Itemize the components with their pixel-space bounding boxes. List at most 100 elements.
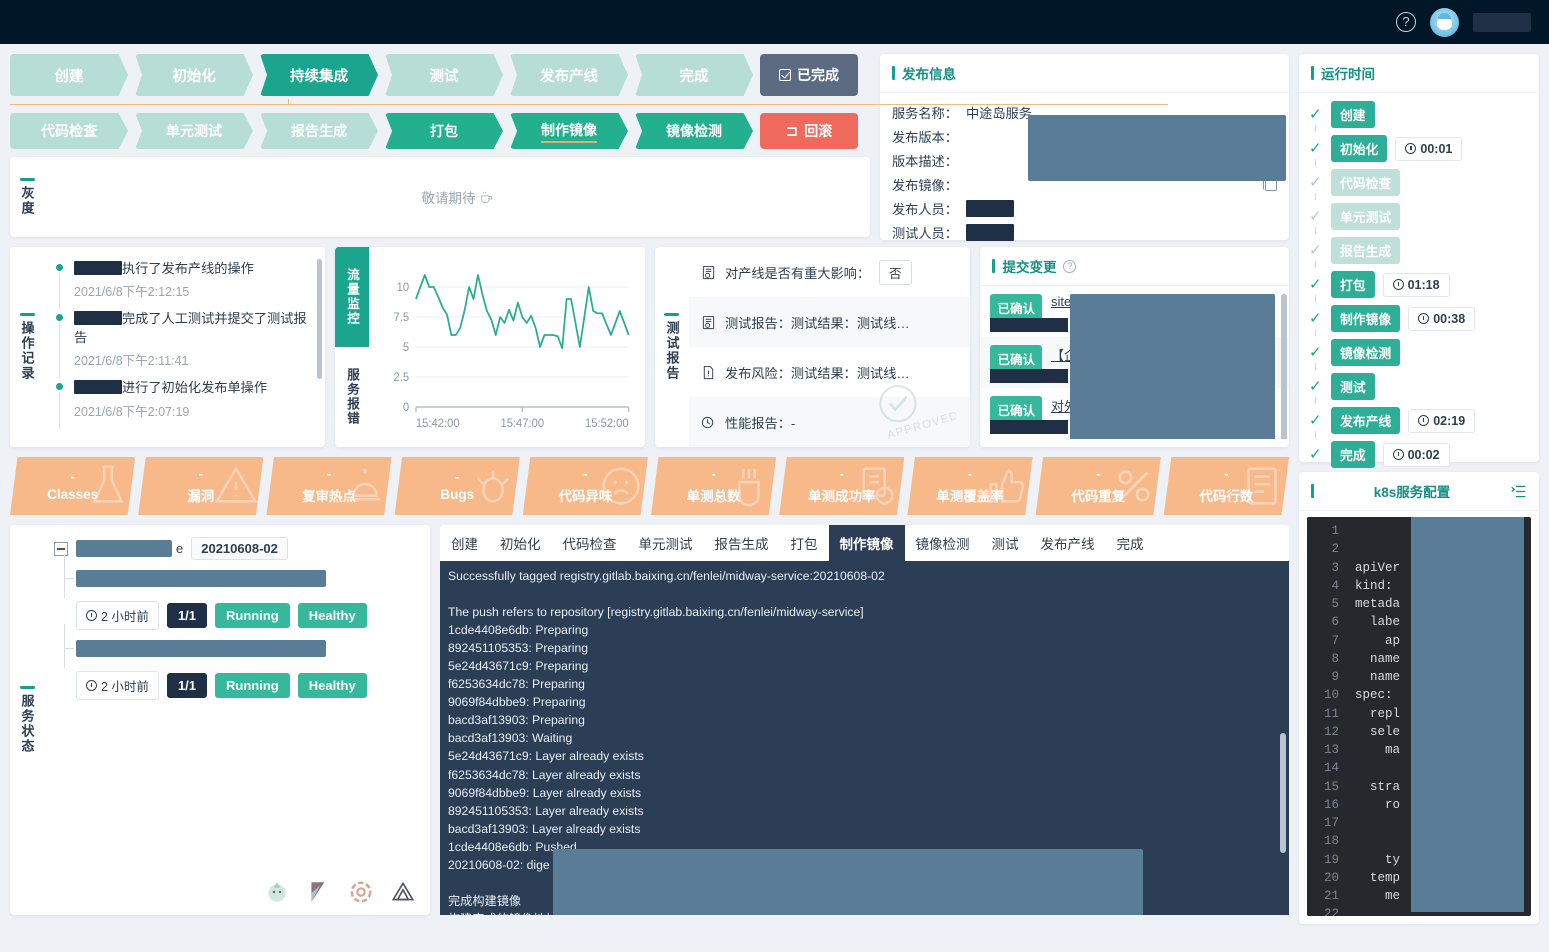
test-report-row-perf[interactable]: 性能报告：- bbox=[688, 397, 971, 447]
list-menu-icon[interactable] bbox=[1510, 483, 1527, 500]
runtime-stage-label: 打包 bbox=[1331, 271, 1375, 298]
metric-unit-test-success[interactable]: - 单测成功率 bbox=[779, 457, 905, 515]
stage-finish[interactable]: 完成 bbox=[635, 54, 753, 96]
log-tab-unit-test[interactable]: 单元测试 bbox=[627, 525, 704, 561]
k8s-line-number: 18 bbox=[1323, 834, 1339, 849]
gray-release-tab[interactable]: 灰度 bbox=[10, 157, 44, 237]
help-circle-icon[interactable]: ? bbox=[1063, 259, 1077, 273]
log-tab-list: 创建 初始化 代码检查 单元测试 报告生成 打包 制作镜像 镜像检测 测试 发布… bbox=[440, 525, 1289, 561]
k8s-line-number: 19 bbox=[1323, 852, 1339, 867]
log-tab-build-image[interactable]: 制作镜像 bbox=[828, 525, 905, 561]
pod-ready-ratio: 1/1 bbox=[166, 673, 208, 698]
user-avatar-icon[interactable] bbox=[1430, 7, 1459, 37]
tab-traffic-monitor[interactable]: 流量监控 bbox=[335, 247, 370, 347]
metric-unit-test-total[interactable]: - 单测总数 bbox=[651, 457, 777, 515]
chart-y-axis-labels: 0 2.5 5 7.5 10 bbox=[394, 282, 410, 414]
tester-redacted bbox=[966, 223, 1014, 241]
clock-icon bbox=[1418, 313, 1430, 324]
commit-changes-card: 提交变更 ? 已确认 site 已确认 【企 已确认 对外 bbox=[980, 247, 1289, 447]
test-report-row-report[interactable]: 测试报告：测试结果：测试线… bbox=[688, 297, 971, 347]
log-tab-create[interactable]: 创建 bbox=[440, 525, 489, 561]
confirmed-badge[interactable]: 已确认 bbox=[990, 396, 1042, 423]
release-info-row-publisher: 发布人员： bbox=[892, 198, 1277, 218]
stage-test[interactable]: 测试 bbox=[385, 54, 503, 96]
service-tree-root[interactable]: e 20210608-02 bbox=[54, 537, 420, 560]
chart-xtick-label: 15:52:00 bbox=[585, 418, 629, 430]
stage-create[interactable]: 创建 bbox=[10, 54, 128, 96]
metric-classes[interactable]: - Classes bbox=[10, 457, 136, 515]
stage-ci[interactable]: 持续集成 bbox=[260, 54, 378, 96]
k8s-line-number: 4 bbox=[1331, 578, 1339, 593]
substage-code-check[interactable]: 代码检查 bbox=[10, 113, 128, 149]
operation-log-body[interactable]: 执行了发布产线的操作 2021/6/8下午2:12:15 完成了人工测试并提交了… bbox=[44, 247, 325, 447]
test-report-row-risk[interactable]: 发布风险：测试结果：测试线… bbox=[689, 347, 970, 397]
done-button[interactable]: 已完成 bbox=[760, 54, 858, 96]
log-tab-code-check[interactable]: 代码检查 bbox=[551, 525, 628, 561]
doc-alert-icon bbox=[703, 365, 714, 379]
tree-collapse-toggle[interactable] bbox=[54, 541, 68, 556]
confirmed-badge[interactable]: 已确认 bbox=[990, 294, 1042, 321]
k8s-line-number: 1 bbox=[1331, 524, 1339, 538]
log-line: bacd3af13903: Waiting bbox=[448, 731, 573, 746]
runtime-duration: 00:02 bbox=[1382, 442, 1450, 467]
tab-service-error[interactable]: 服务报错 bbox=[335, 347, 369, 447]
help-circle-icon[interactable]: ? bbox=[1396, 12, 1416, 32]
log-scrollbar[interactable] bbox=[1280, 733, 1286, 853]
stage-release[interactable]: 发布产线 bbox=[510, 54, 628, 96]
runtime-item: ✓ 制作镜像 00:38 bbox=[1309, 305, 1529, 339]
substage-package[interactable]: 打包 bbox=[385, 113, 503, 149]
metric-code-duplication[interactable]: - 代码重复 bbox=[1035, 457, 1161, 515]
pod-age: 2 小时前 bbox=[76, 601, 159, 630]
log-tab-report[interactable]: 报告生成 bbox=[703, 525, 780, 561]
stage-init[interactable]: 初始化 bbox=[135, 54, 253, 96]
substage-image-scan[interactable]: 镜像检测 bbox=[635, 113, 753, 149]
test-report-row-impact[interactable]: 对产线是否有重大影响： 否 bbox=[689, 247, 970, 297]
svg-text:2.5: 2.5 bbox=[394, 372, 410, 384]
pod-badges: 2 小时前 1/1 Running Healthy bbox=[76, 601, 420, 630]
substage-unit-test[interactable]: 单元测试 bbox=[135, 113, 253, 149]
grafana-icon[interactable] bbox=[348, 879, 374, 905]
log-tab-release[interactable]: 发布产线 bbox=[1029, 525, 1106, 561]
k8s-yaml-editor[interactable]: 1234567891011121314151617181920212223 ap… bbox=[1307, 517, 1531, 916]
metric-review-hotspots[interactable]: - 复审热点 bbox=[266, 457, 392, 515]
log-tab-init[interactable]: 初始化 bbox=[489, 525, 552, 561]
log-line: 9069f84dbbe9: Layer already exists bbox=[448, 785, 642, 800]
confirmed-badge[interactable]: 已确认 bbox=[990, 345, 1042, 372]
service-status-tab[interactable]: 服务状态 bbox=[10, 525, 44, 915]
service-version-tag: 20210608-02 bbox=[191, 537, 288, 560]
rollback-button[interactable]: ⊐ 回滚 bbox=[760, 113, 858, 149]
metric-bugs[interactable]: - Bugs bbox=[394, 457, 520, 515]
test-report-tab[interactable]: 测试报告 bbox=[655, 247, 689, 447]
log-tab-package[interactable]: 打包 bbox=[779, 525, 829, 561]
k8s-redaction bbox=[1411, 517, 1524, 912]
log-tab-finish[interactable]: 完成 bbox=[1105, 525, 1155, 561]
runtime-stage-label: 报告生成 bbox=[1331, 237, 1401, 264]
metric-unit-test-coverage[interactable]: - 单测覆盖率 bbox=[907, 457, 1033, 515]
k8s-line-number: 8 bbox=[1331, 651, 1339, 666]
operation-log-scrollbar[interactable] bbox=[317, 259, 323, 379]
metric-code-smells[interactable]: - 代码异味 bbox=[522, 457, 649, 515]
check-icon: ✓ bbox=[1309, 208, 1322, 225]
log-tab-test[interactable]: 测试 bbox=[980, 525, 1030, 561]
pod-name-redacted bbox=[76, 570, 326, 587]
k8s-line-number: 22 bbox=[1323, 907, 1339, 916]
chart-series-line bbox=[415, 274, 630, 350]
runtime-stage-label: 镜像检测 bbox=[1331, 339, 1401, 366]
pod-name-redacted bbox=[76, 640, 326, 657]
commit-scrollbar[interactable] bbox=[1280, 294, 1287, 439]
substage-build-image[interactable]: 制作镜像 bbox=[510, 113, 628, 149]
metric-lines-of-code[interactable]: - 代码行数 bbox=[1163, 457, 1290, 515]
metric-vulnerabilities[interactable]: - 漏洞 bbox=[138, 457, 264, 515]
operation-log-tab[interactable]: 操作记录 bbox=[10, 247, 44, 447]
page-body: 创建 初始化 持续集成 测试 发布产线 完成 已完成 代码检查 单元测试 报告生… bbox=[0, 44, 1549, 924]
log-tab-image-scan[interactable]: 镜像检测 bbox=[904, 525, 981, 561]
substage-report[interactable]: 报告生成 bbox=[260, 113, 378, 149]
sentry-icon[interactable] bbox=[390, 879, 416, 905]
k8s-yaml-content: apiVer kind: metada labe ap name name spec… bbox=[1345, 517, 1531, 916]
log-console-output[interactable]: Successfully tagged registry.gitlab.baix… bbox=[440, 561, 1289, 915]
prometheus-icon[interactable] bbox=[264, 879, 290, 905]
kibana-icon[interactable] bbox=[306, 879, 332, 905]
k8s-line-number: 3 bbox=[1331, 560, 1339, 575]
gray-release-body: 敬请期待 bbox=[44, 157, 870, 237]
commit-link[interactable]: site bbox=[1051, 294, 1071, 309]
